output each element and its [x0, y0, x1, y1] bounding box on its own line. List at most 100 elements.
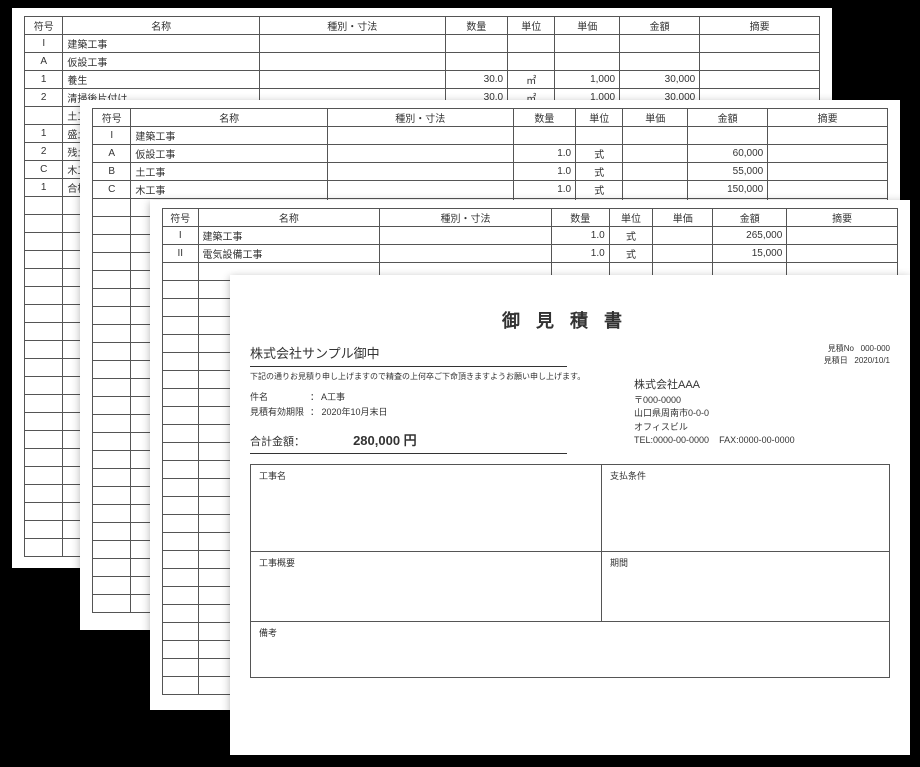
cell-qty: 1.0: [513, 163, 576, 181]
cell-code: [93, 559, 131, 577]
cell-code: [25, 359, 63, 377]
cell-name: 仮設工事: [131, 145, 328, 163]
th-note: 摘要: [787, 209, 898, 227]
cell-code: [163, 461, 199, 479]
cell-code: [25, 449, 63, 467]
cell-code: [163, 353, 199, 371]
subject-label: 件名: [250, 390, 310, 403]
box-pay-terms: 支払条件: [602, 464, 890, 552]
cell-code: [93, 361, 131, 379]
cell-code: [93, 307, 131, 325]
cell-code: [25, 197, 63, 215]
cell-code: [25, 287, 63, 305]
total-row: 合計金額： 280,000 円: [250, 426, 567, 454]
cell-code: [163, 623, 199, 641]
cell-code: [93, 289, 131, 307]
client-name: 株式会社サンプル御中: [250, 343, 567, 367]
valid-value: 2020年10月末日: [322, 407, 388, 417]
cell-spec: [380, 227, 552, 245]
cell-price: [653, 245, 713, 263]
th-amt: 金額: [620, 17, 700, 35]
cell-code: [25, 467, 63, 485]
cell-note: [768, 163, 888, 181]
cell-unit: [576, 127, 623, 145]
cell-code: A: [93, 145, 131, 163]
th-note: 摘要: [768, 109, 888, 127]
cell-code: [163, 407, 199, 425]
cell-price: [623, 145, 688, 163]
table-row: C木工事1.0式150,000: [93, 181, 888, 199]
table-row: B土工事1.0式55,000: [93, 163, 888, 181]
cell-unit: 式: [576, 181, 623, 199]
cell-code: II: [163, 245, 199, 263]
cell-spec: [327, 163, 513, 181]
table-row: I建築工事: [25, 35, 820, 53]
company-name: 株式会社AAA: [634, 377, 890, 394]
cell-code: [163, 551, 199, 569]
doc-no: 000-000: [861, 344, 890, 353]
cell-note: [768, 181, 888, 199]
company-contact: TEL:0000-00-0000 FAX:0000-00-0000: [634, 434, 890, 448]
cell-price: [623, 181, 688, 199]
cell-code: [93, 541, 131, 559]
th-unit: 単位: [508, 17, 555, 35]
box-remarks: 備考: [250, 622, 890, 678]
cell-qty: 30.0: [445, 71, 508, 89]
cell-note: [700, 35, 820, 53]
cell-code: [163, 335, 199, 353]
th-price: 単価: [555, 17, 620, 35]
cell-amount: 150,000: [688, 181, 768, 199]
cell-code: [25, 305, 63, 323]
cell-code: 1: [25, 71, 63, 89]
subject-value: A工事: [321, 392, 345, 402]
box-work-name: 工事名: [250, 464, 602, 552]
th-unit: 単位: [609, 209, 653, 227]
cell-name: 電気設備工事: [198, 245, 380, 263]
th-price: 単価: [653, 209, 713, 227]
cell-code: [25, 395, 63, 413]
cell-code: [25, 215, 63, 233]
cell-code: [25, 269, 63, 287]
valid-label: 見積有効期限: [250, 405, 310, 418]
box-work-outline: 工事概要: [250, 552, 602, 622]
box-remarks-label: 備考: [259, 626, 881, 639]
cell-code: [163, 443, 199, 461]
cell-amount: 60,000: [688, 145, 768, 163]
cell-code: [93, 199, 131, 217]
cell-code: [25, 251, 63, 269]
cell-code: 2: [25, 89, 63, 107]
cell-code: [163, 479, 199, 497]
cell-code: [93, 577, 131, 595]
cell-name: 建築工事: [63, 35, 260, 53]
cell-code: [163, 497, 199, 515]
cell-name: 土工事: [131, 163, 328, 181]
cell-code: [93, 433, 131, 451]
th-amt: 金額: [713, 209, 787, 227]
box-work-outline-label: 工事概要: [259, 556, 593, 569]
box-period: 期間: [602, 552, 890, 622]
th-unit: 単位: [576, 109, 623, 127]
cell-spec: [259, 35, 445, 53]
cell-note: [768, 145, 888, 163]
box-period-label: 期間: [610, 556, 881, 569]
cell-code: [163, 641, 199, 659]
cell-amount: 265,000: [713, 227, 787, 245]
total-label: 合計金額：: [250, 433, 350, 449]
cell-qty: 1.0: [513, 181, 576, 199]
th-spec: 種別・寸法: [259, 17, 445, 35]
box-work-name-label: 工事名: [259, 469, 593, 482]
cell-code: I: [163, 227, 199, 245]
company-bldg: オフィスビル: [634, 421, 890, 435]
cell-price: [555, 35, 620, 53]
th-name: 名称: [198, 209, 380, 227]
th-name: 名称: [131, 109, 328, 127]
cell-unit: [508, 35, 555, 53]
cell-amount: 55,000: [688, 163, 768, 181]
cell-amount: [688, 127, 768, 145]
cell-unit: [508, 53, 555, 71]
cell-name: 仮設工事: [63, 53, 260, 71]
cell-amount: [620, 35, 700, 53]
date-label: 見積日: [824, 356, 848, 365]
cell-code: B: [93, 163, 131, 181]
company-fax: FAX:0000-00-0000: [719, 435, 795, 445]
